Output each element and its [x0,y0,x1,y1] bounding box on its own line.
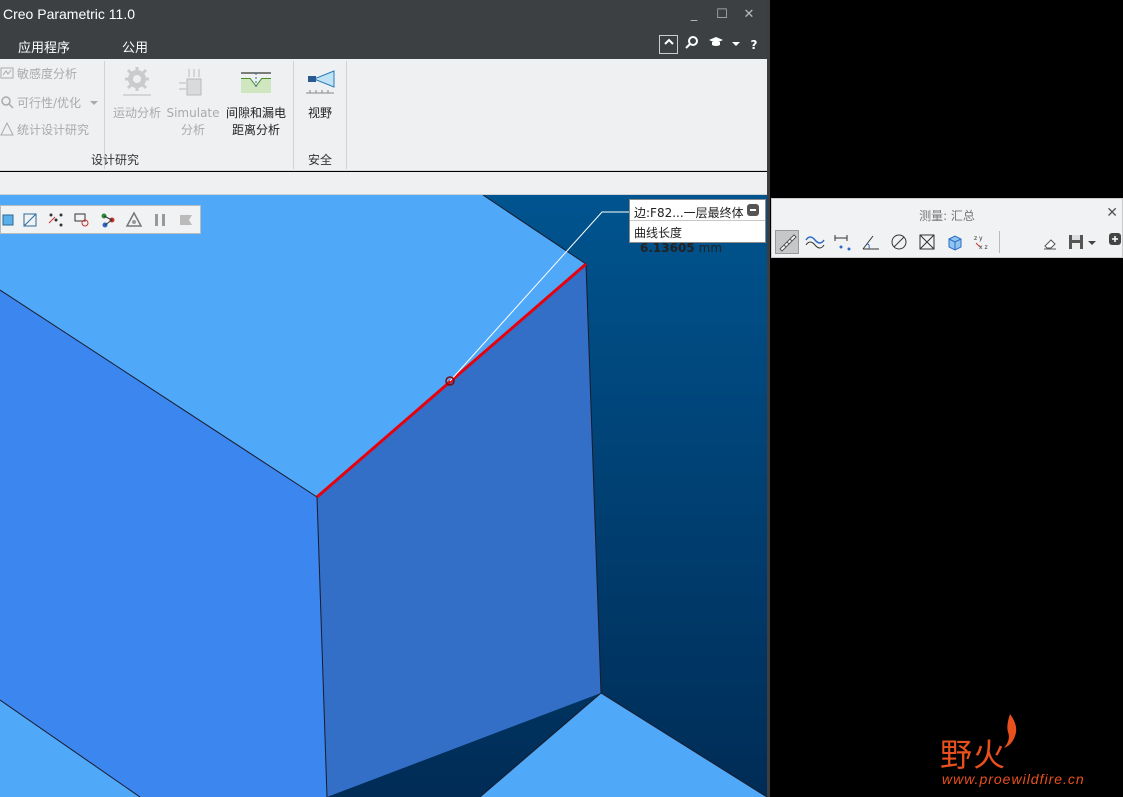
measure-area-button[interactable] [915,230,939,254]
watermark: 野火 www.proewildfire.cn [935,712,1115,792]
ruler-icon [779,234,797,252]
statistical-design-study-button[interactable]: 统计设计研究 [0,121,89,138]
feasibility-icon [1,96,14,109]
group-label-design-study: 设计研究 [91,153,140,167]
measure-diameter-button[interactable] [887,230,911,254]
statistical-design-study-label: 统计设计研究 [17,123,90,137]
measure-distance-button[interactable] [831,230,855,254]
panel-splitter[interactable] [767,0,770,797]
eraser-icon [1044,239,1056,250]
section-icon[interactable] [21,211,39,229]
measure-length-button[interactable] [775,230,799,254]
close-icon[interactable]: ✕ [1106,205,1118,221]
minimize-button[interactable]: _ [685,6,703,24]
menu-applications[interactable]: 应用程序 [18,37,70,56]
simulate-analysis-button[interactable]: Simulate 分析 [165,65,221,139]
collapse-icon[interactable] [747,204,759,216]
clearance-label-line1: 间隙和漏电 [225,106,286,120]
expand-panel-button[interactable] [1106,230,1123,254]
coordinate-transform-icon: z y x z [974,235,988,251]
callout-value: 6.13605 [640,241,695,255]
callout-edge-label: 边:F82...一层最终体 [634,206,744,220]
sensitivity-analysis-button[interactable]: 敏感度分析 [0,65,77,82]
title-bar: Creo Parametric 11.0 _ ☐ ✕ [0,0,767,31]
ribbon: 敏感度分析 可行性/优化 统计设计研究 运动分析 Simulate 分析 间隙和… [0,59,767,171]
ribbon-separator [293,61,294,169]
field-of-view-icon [306,70,335,94]
save-icon [1069,235,1083,249]
chevron-down-icon[interactable] [726,35,746,55]
watermark-brand: 野火 [940,736,1007,774]
callout-measurement: 曲线长度6.13605 mm [634,224,765,255]
window-title: Creo Parametric 11.0 [3,6,136,22]
toolbar-separator [999,231,1000,253]
collapse-ribbon-icon[interactable] [659,35,678,54]
svg-text:z y: z y [974,235,983,242]
volume-icon [948,235,962,251]
spin-center-icon[interactable] [99,211,117,229]
plus-icon [1109,233,1121,245]
measure-panel: 测量: 汇总 ✕ z y x z [771,198,1123,258]
help-icon[interactable]: ? [744,35,764,55]
app-root: Creo Parametric 11.0 _ ☐ ✕ 应用程序 公用 ? 敏感度… [0,0,1123,797]
view-toolbar [0,205,201,234]
feasibility-optimization-label: 可行性/优化 [17,96,82,110]
transform-button[interactable]: z y x z [971,230,995,254]
distance-icon [834,235,851,251]
measure-panel-title: 测量: 汇总 [919,209,975,223]
gear-icon [123,67,151,96]
close-button[interactable]: ✕ [740,6,758,24]
clearance-label-line2: 距离分析 [231,123,280,137]
measure-volume-button[interactable] [943,230,967,254]
dropdown-arrow-icon [89,101,98,105]
sensitivity-icon [0,67,14,79]
datum-display-icon[interactable] [47,211,65,229]
group-label-safety: 安全 [308,153,333,167]
ribbon-separator [346,61,347,169]
ribbon-footer-strip [0,172,767,195]
diameter-icon [891,234,907,250]
feasibility-optimization-button[interactable]: 可行性/优化 [0,94,98,111]
clear-button[interactable] [1038,230,1062,254]
appearance-icon[interactable] [125,211,143,229]
search-icon[interactable] [682,35,702,55]
callout-unit: mm [698,241,723,255]
watermark-url: www.proewildfire.cn [942,771,1085,787]
wave-icon [805,236,825,249]
pause-icon[interactable] [151,211,169,229]
maximize-button[interactable]: ☐ [713,6,731,24]
statistics-icon [0,122,14,136]
measure-angle-button[interactable] [859,230,883,254]
view-label: 视野 [307,106,332,120]
chevron-down-icon[interactable] [1088,239,1096,247]
measure-curve-button[interactable] [803,230,827,254]
graphics-viewport[interactable] [0,195,767,797]
svg-text:x z: x z [979,244,988,251]
simulate-label-line2: 分析 [180,123,205,137]
area-icon [919,234,935,250]
clearance-creepage-analysis-button[interactable]: 间隙和漏电 距离分析 [224,65,288,139]
save-button[interactable] [1064,230,1088,254]
view-button[interactable]: 视野 [298,65,342,122]
measure-callout[interactable]: 边:F82...一层最终体 曲线长度6.13605 mm [629,199,766,255]
angle-icon [862,235,879,250]
callout-divider [630,220,765,221]
motion-analysis-label: 运动分析 [112,106,161,120]
simulate-icon [179,69,202,96]
learning-icon[interactable] [706,35,726,55]
simulate-label-line1: Simulate [166,106,220,120]
callout-metric-label: 曲线长度 [634,226,683,240]
saved-views-icon[interactable] [1,211,19,229]
flag-icon[interactable] [177,211,195,229]
clearance-icon [241,72,271,93]
sensitivity-analysis-label: 敏感度分析 [17,67,78,81]
model-render [0,195,767,797]
motion-analysis-button[interactable]: 运动分析 [110,65,164,122]
menu-common[interactable]: 公用 [122,37,148,56]
annotation-display-icon[interactable] [73,211,91,229]
menu-bar: 应用程序 公用 ? [0,31,767,59]
